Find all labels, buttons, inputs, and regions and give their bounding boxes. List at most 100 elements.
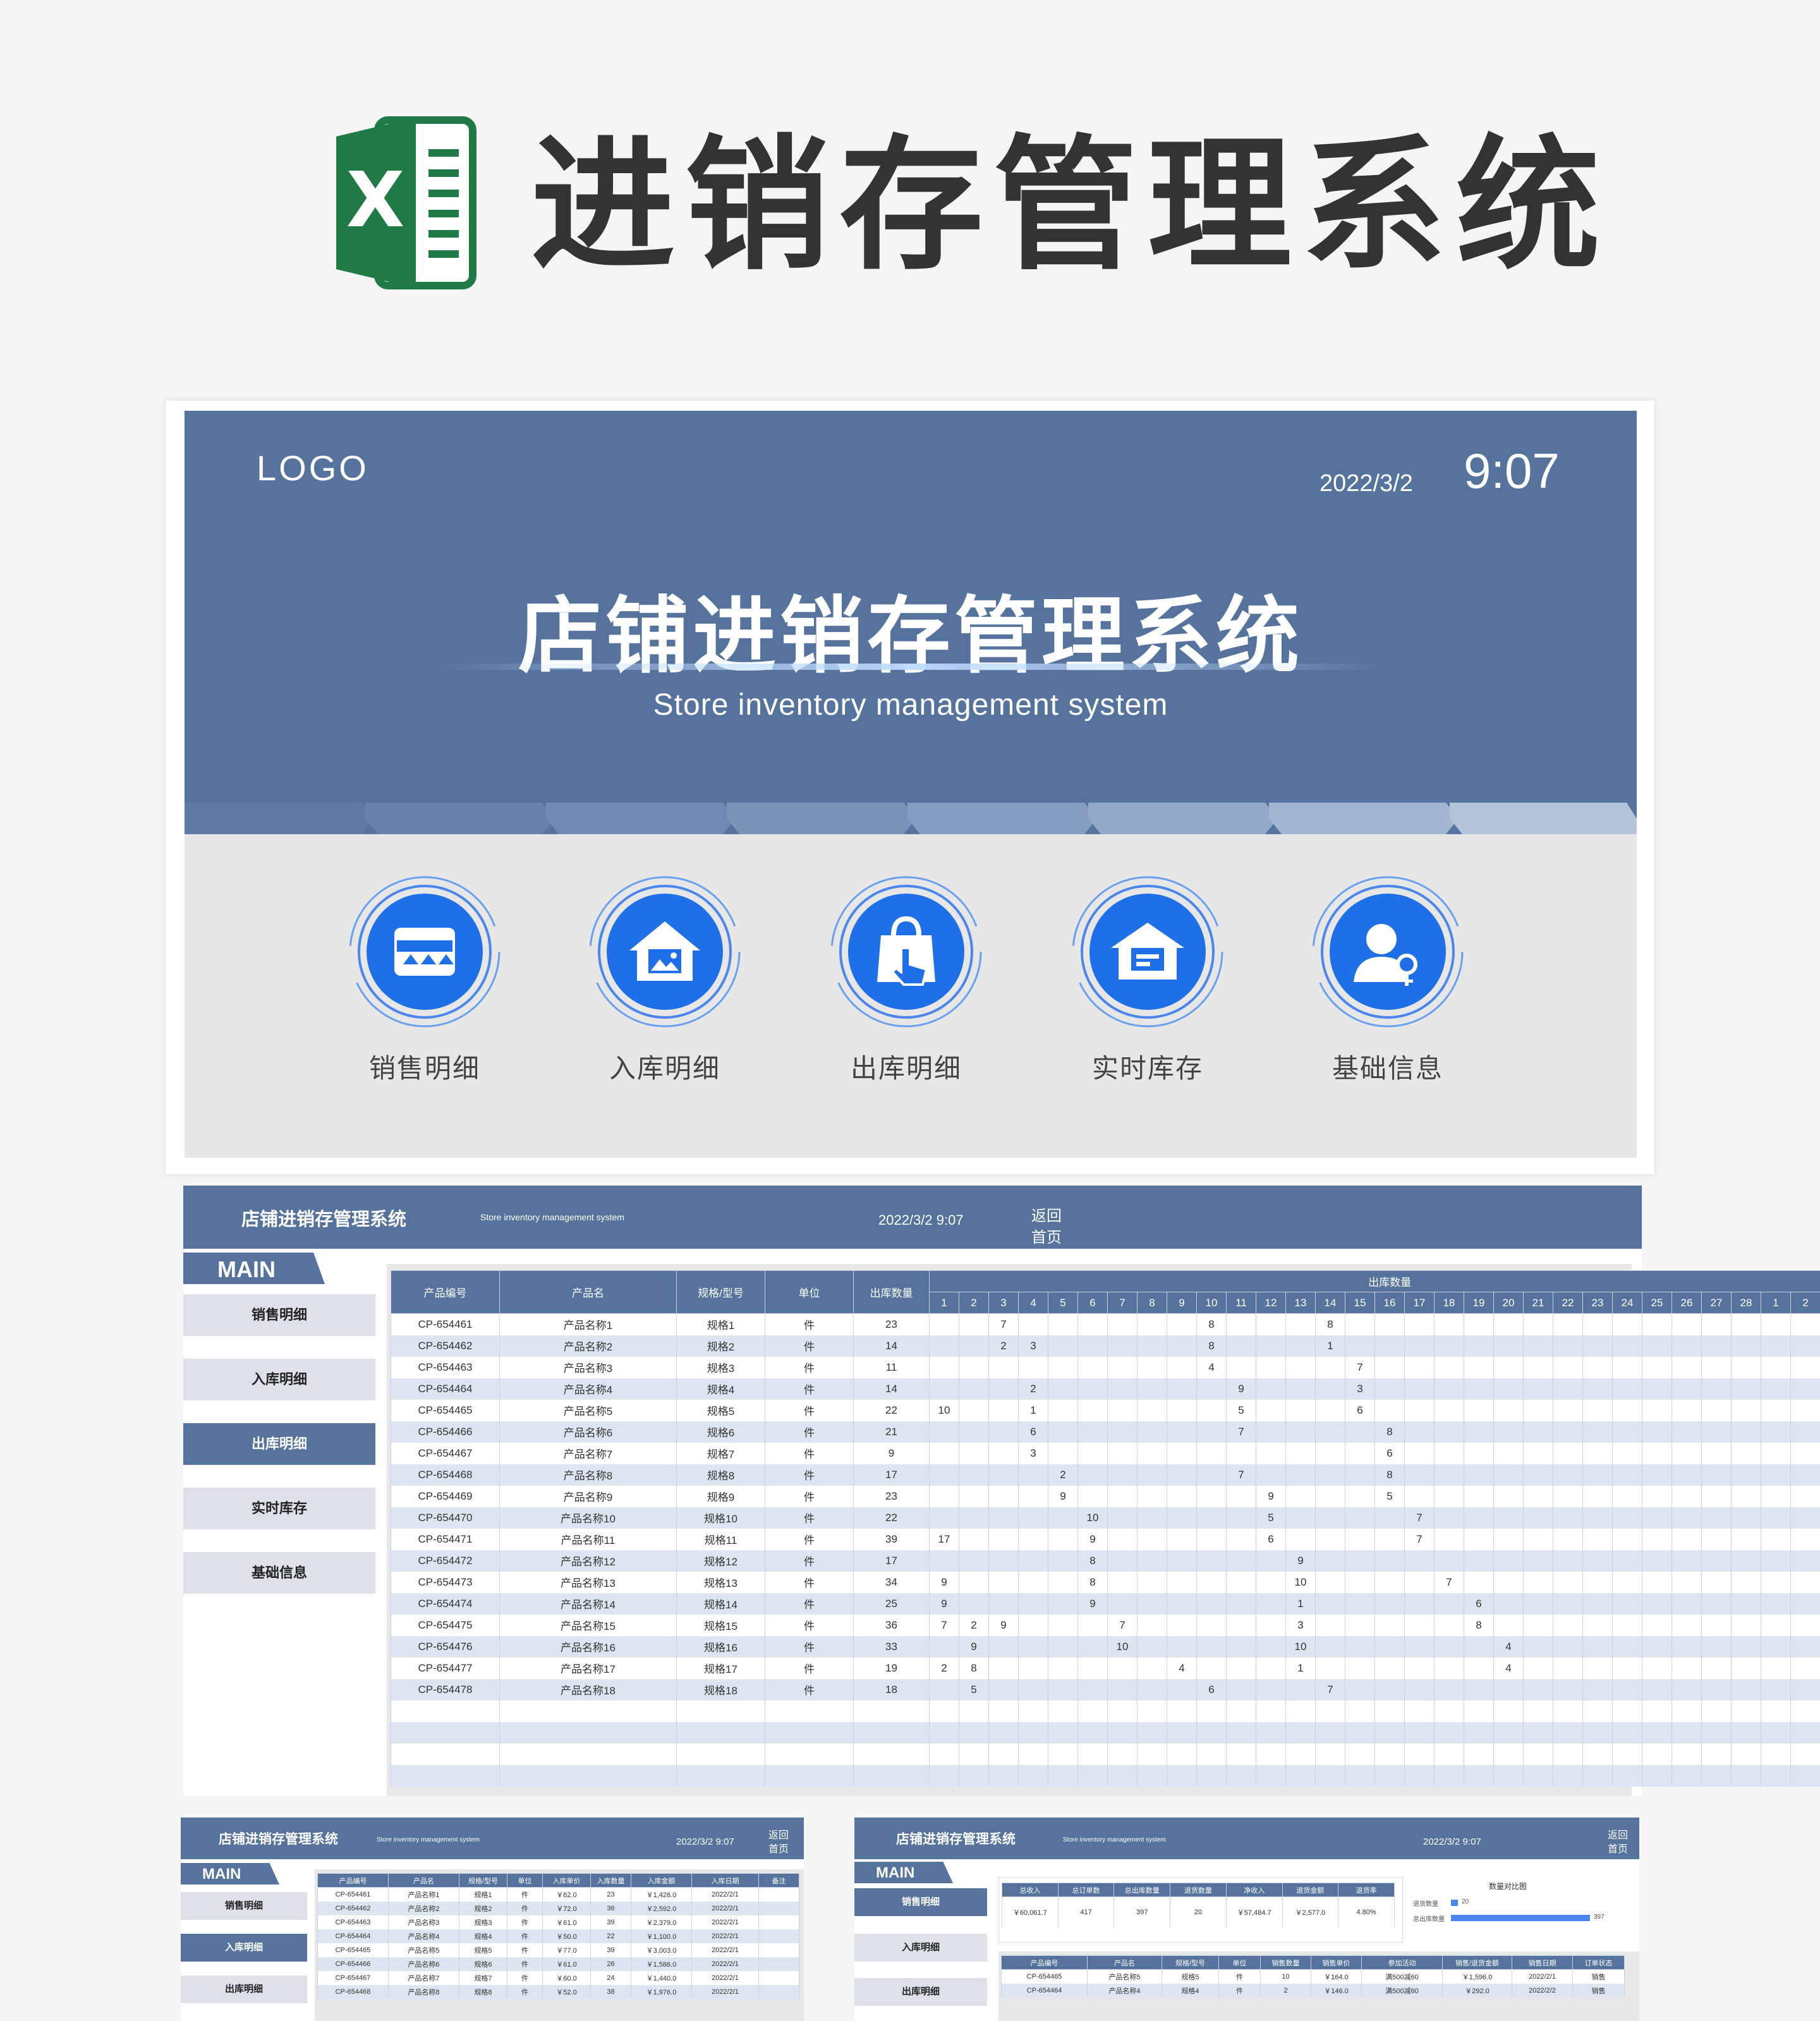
sidebar-item-inbound[interactable]: 入库明细 <box>181 1934 307 1962</box>
table-cell: ￥1,100.0 <box>631 1929 692 1943</box>
cell-day <box>1434 1528 1464 1550</box>
cell-day: 7 <box>1226 1421 1256 1443</box>
menu-area: 销售明细 入库明细 出库明细 实时库存 基础信息 <box>185 834 1637 1158</box>
cell-day <box>1701 1636 1732 1658</box>
cell-day <box>1790 1678 1820 1701</box>
cell-spec: 规格11 <box>676 1528 765 1550</box>
sidebar-item-sales[interactable]: 销售明细 <box>854 1888 987 1916</box>
sidebar-item-sales[interactable]: 销售明细 <box>183 1294 375 1336</box>
menu-sales-detail[interactable]: 销售明细 <box>343 870 507 1086</box>
cell-day <box>1553 1614 1583 1636</box>
back-home-button-line2[interactable]: 首页 <box>768 1840 789 1855</box>
cell-day <box>1701 1313 1732 1335</box>
cell-day <box>1137 1507 1167 1529</box>
cell-name: 产品名称2 <box>499 1335 677 1357</box>
back-home-button-line1[interactable]: 返回 <box>768 1826 789 1842</box>
sidebar-item-inbound[interactable]: 入库明细 <box>854 1934 987 1962</box>
cell-day <box>1464 1421 1494 1443</box>
table-row: CP-654466 产品名称6 规格6 件 21 6 7 8 <box>391 1421 1820 1443</box>
cell-empty <box>1137 1743 1167 1765</box>
cell-empty <box>1196 1700 1227 1722</box>
cell-day <box>1701 1571 1732 1593</box>
column-header-day: 10 <box>1196 1292 1227 1314</box>
table-cell: CP-654465 <box>1001 1969 1088 1984</box>
cell-day <box>959 1313 989 1335</box>
cell-day <box>1167 1421 1197 1443</box>
cell-day <box>1582 1313 1613 1335</box>
cell-day <box>1226 1313 1256 1335</box>
cell-day <box>1107 1335 1138 1357</box>
menu-outbound-detail[interactable]: 出库明细 <box>824 870 988 1086</box>
cell-qty: 39 <box>853 1528 930 1550</box>
cell-day <box>988 1356 1019 1378</box>
table-cell: 件 <box>1218 1983 1261 1998</box>
cell-day <box>1226 1442 1256 1464</box>
cell-day <box>1018 1593 1048 1615</box>
cell-day <box>1671 1313 1702 1335</box>
table-cell: 规格5 <box>1162 1969 1219 1984</box>
menu-realtime-stock[interactable]: 实时库存 <box>1065 870 1230 1086</box>
table-cell: CP-654466 <box>317 1957 389 1971</box>
cell-day <box>929 1678 959 1701</box>
cell-empty <box>1612 1764 1642 1787</box>
outbound-detail-screenshot: 店铺进销存管理系统 Store inventory management sys… <box>183 1186 1820 1796</box>
table-cell: ￥164.0 <box>1311 1969 1362 1984</box>
table-cell: 24 <box>590 1970 631 1985</box>
sidebar-item-inbound[interactable]: 入库明细 <box>183 1359 375 1400</box>
menu-inbound-detail[interactable]: 入库明细 <box>583 870 747 1086</box>
cell-spec: 规格4 <box>676 1378 765 1400</box>
table-cell: 2022/2/1 <box>691 1970 759 1985</box>
back-home-button-line2[interactable]: 首页 <box>1608 1840 1628 1855</box>
cell-day <box>929 1421 959 1443</box>
menu-basic-info[interactable]: 基础信息 <box>1306 870 1470 1086</box>
back-home-button-line2[interactable]: 首页 <box>1031 1225 1062 1247</box>
back-home-button-line1[interactable]: 返回 <box>1031 1203 1062 1225</box>
cell-unit: 件 <box>765 1571 854 1593</box>
cell-day <box>1761 1356 1791 1378</box>
cell-day <box>1315 1636 1345 1658</box>
cell-day <box>1196 1657 1227 1679</box>
cell-day <box>929 1313 959 1335</box>
cell-day <box>929 1442 959 1464</box>
cell-day <box>959 1593 989 1615</box>
table-row: CP-654464 产品名称4 规格4 件 14 2 9 3 <box>391 1378 1820 1400</box>
cell-code: CP-654470 <box>391 1507 500 1529</box>
cell-day <box>1345 1550 1375 1572</box>
cell-empty <box>1137 1764 1167 1787</box>
cell-empty <box>391 1700 500 1722</box>
sidebar-item-stock[interactable]: 实时库存 <box>183 1488 375 1529</box>
cell-day: 9 <box>959 1636 989 1658</box>
cell-code: CP-654475 <box>391 1614 500 1636</box>
cell-unit: 件 <box>765 1636 854 1658</box>
table-row: CP-654465 产品名称5 规格5 件 22 10 1 5 6 <box>391 1399 1820 1421</box>
cell-empty <box>929 1743 959 1765</box>
sidebar-item-outbound[interactable]: 出库明细 <box>854 1978 987 2006</box>
table-cell: 规格7 <box>459 1970 507 1985</box>
cell-day <box>1493 1356 1524 1378</box>
table-row: CP-654466 产品名称6 规格6 件 ￥61.0 26 ￥1,586.0 2022/2/… <box>317 1957 799 1971</box>
sidebar-item-sales[interactable]: 销售明细 <box>181 1892 307 1920</box>
table-cell: ￥61.0 <box>542 1915 591 1929</box>
sidebar-item-outbound[interactable]: 出库明细 <box>181 1975 307 2003</box>
table-row: CP-654464 产品名称4 规格4 件 2 ￥146.0 满500减60 ￥292.0 20… <box>1001 1983 1625 1998</box>
sidebar-item-outbound[interactable]: 出库明细 <box>183 1423 375 1465</box>
cell-empty <box>1790 1764 1820 1787</box>
column-header-unit: 单位 <box>765 1270 854 1314</box>
cell-day <box>1582 1657 1613 1679</box>
table-cell: 产品名称5 <box>1087 1969 1162 1984</box>
cell-day <box>1642 1464 1672 1486</box>
back-home-button-line1[interactable]: 返回 <box>1608 1826 1628 1842</box>
cell-empty <box>1523 1743 1553 1765</box>
cell-day <box>1790 1313 1820 1335</box>
cell-day: 6 <box>1374 1442 1405 1464</box>
cell-day <box>1790 1356 1820 1378</box>
cell-day <box>1731 1550 1761 1572</box>
cell-day <box>1464 1571 1494 1593</box>
sales-table: 产品编号 产品名 规格/型号 单位 销售数量 销售单价 参加活动 销售/退货金额 销售日期 订单状… <box>1001 1955 1625 1998</box>
sidebar-item-basic-info[interactable]: 基础信息 <box>183 1552 375 1594</box>
cell-empty <box>1434 1764 1464 1787</box>
cell-empty <box>1671 1764 1702 1787</box>
cell-day <box>1374 1335 1405 1357</box>
cell-day <box>1642 1421 1672 1443</box>
cell-day: 5 <box>1374 1485 1405 1507</box>
